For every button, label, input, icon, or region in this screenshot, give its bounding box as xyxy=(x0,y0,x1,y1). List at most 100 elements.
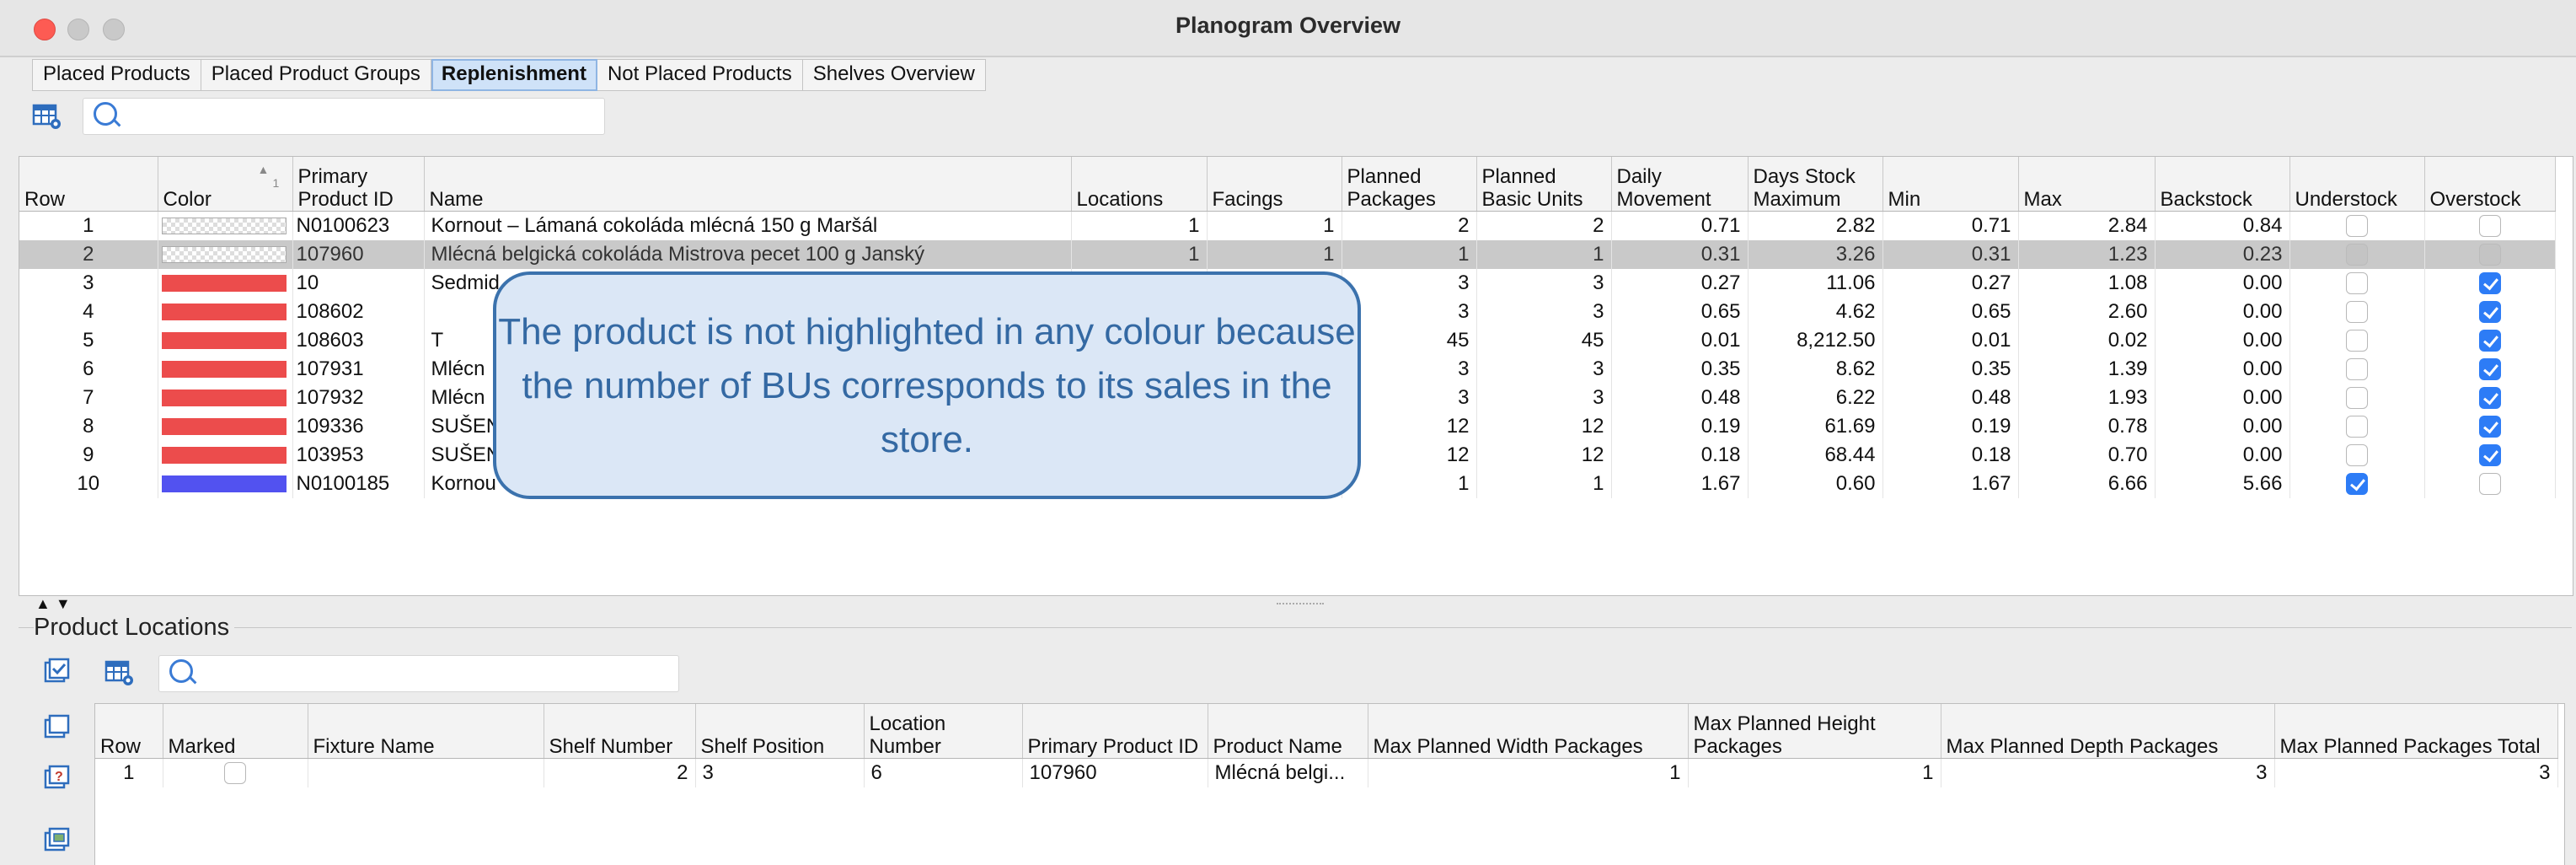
primary-product-id: 103953 xyxy=(292,440,425,470)
tab-placed-product-groups[interactable]: Placed Product Groups xyxy=(201,59,431,91)
location-row[interactable]: 1 2 3 6 107960 Mlécná belgi... 1 1 3 3 xyxy=(95,758,2558,787)
max-width-packages-value: 1 xyxy=(1368,758,1689,787)
table-settings-icon[interactable] xyxy=(32,103,62,130)
loc-col-primary-product-id[interactable]: Primary Product ID xyxy=(1022,704,1208,759)
understock-checkbox[interactable] xyxy=(2346,215,2368,238)
planned-packages-value: 1 xyxy=(1342,239,1477,269)
understock-checkbox[interactable] xyxy=(2346,387,2368,410)
row-number: 7 xyxy=(19,383,158,412)
understock-checkbox[interactable] xyxy=(2346,272,2368,295)
understock-cell xyxy=(2289,325,2425,355)
col-locations[interactable]: Locations xyxy=(1071,157,1208,212)
loc-col-max-height-packages[interactable]: Max Planned Height Packages xyxy=(1688,704,1941,759)
facings-value: 1 xyxy=(1207,239,1342,269)
loc-col-location-number[interactable]: Location Number xyxy=(864,704,1023,759)
col-overstock[interactable]: Overstock xyxy=(2424,157,2556,212)
explanation-callout: The product is not highlighted in any co… xyxy=(493,271,1361,499)
planned-packages-value: 1 xyxy=(1342,469,1477,498)
loc-col-shelf-position[interactable]: Shelf Position xyxy=(695,704,865,759)
backstock-value: 0.00 xyxy=(2155,411,2290,441)
planned-packages-value: 3 xyxy=(1342,297,1477,326)
tab-shelves-overview[interactable]: Shelves Overview xyxy=(802,59,986,91)
max-packages-total-value: 3 xyxy=(2274,758,2558,787)
location-row-number: 1 xyxy=(95,758,163,787)
overstock-checkbox[interactable] xyxy=(2478,330,2501,352)
panel-splitter-handle[interactable] xyxy=(1277,603,1324,608)
max-value: 1.08 xyxy=(2018,268,2156,298)
overstock-checkbox[interactable] xyxy=(2478,215,2501,238)
understock-checkbox[interactable] xyxy=(2346,301,2368,324)
collapse-expand-arrows[interactable]: ▲▼ xyxy=(35,595,76,613)
mark-all-icon[interactable] xyxy=(42,658,72,685)
locations-table-settings-icon[interactable] xyxy=(104,659,135,686)
loc-col-max-packages-total[interactable]: Max Planned Packages Total xyxy=(2274,704,2558,759)
days-stock-maximum-value: 2.82 xyxy=(1748,211,1883,240)
col-min[interactable]: Min xyxy=(1882,157,2019,212)
understock-cell xyxy=(2289,297,2425,326)
unmark-all-icon[interactable] xyxy=(42,713,72,740)
overstock-checkbox[interactable] xyxy=(2478,358,2501,381)
col-backstock[interactable]: Backstock xyxy=(2155,157,2290,212)
col-primary-product-id[interactable]: Primary Product ID xyxy=(292,157,425,212)
table-row[interactable]: 2 107960 Mlécná belgická cokoláda Mistrova… xyxy=(19,239,2556,269)
planned-basic-units-value: 1 xyxy=(1476,239,1612,269)
color-swatch xyxy=(161,275,287,293)
show-in-planogram-icon[interactable] xyxy=(42,826,72,853)
understock-checkbox[interactable] xyxy=(2346,473,2368,496)
col-daily-movement[interactable]: Daily Movement xyxy=(1611,157,1749,212)
table-row[interactable]: 1 N0100623 Kornout – Lámaná cokoláda mlécn… xyxy=(19,211,2556,240)
understock-checkbox[interactable] xyxy=(2346,330,2368,352)
overstock-checkbox[interactable] xyxy=(2478,416,2501,438)
col-facings[interactable]: Facings xyxy=(1207,157,1342,212)
overstock-checkbox[interactable] xyxy=(2478,272,2501,295)
understock-cell xyxy=(2289,354,2425,384)
understock-cell xyxy=(2289,469,2425,498)
overstock-cell xyxy=(2424,211,2556,240)
overstock-checkbox[interactable] xyxy=(2478,473,2501,496)
loc-col-fixture-name[interactable]: Fixture Name xyxy=(308,704,544,759)
understock-checkbox[interactable] xyxy=(2346,358,2368,381)
row-number: 4 xyxy=(19,297,158,326)
loc-col-max-depth-packages[interactable]: Max Planned Depth Packages xyxy=(1941,704,2275,759)
col-planned-packages[interactable]: Planned Packages xyxy=(1342,157,1477,212)
col-planned-basic-units[interactable]: Planned Basic Units xyxy=(1476,157,1612,212)
row-number: 9 xyxy=(19,440,158,470)
planned-packages-value: 3 xyxy=(1342,354,1477,384)
loc-col-product-name[interactable]: Product Name xyxy=(1208,704,1368,759)
loc-col-marked[interactable]: Marked xyxy=(163,704,308,759)
col-understock[interactable]: Understock xyxy=(2289,157,2425,212)
max-value: 6.66 xyxy=(2018,469,2156,498)
understock-checkbox[interactable] xyxy=(2346,444,2368,467)
col-name[interactable]: Name xyxy=(424,157,1072,212)
loc-col-row[interactable]: Row xyxy=(95,704,163,759)
primary-product-id: 108603 xyxy=(292,325,425,355)
locations-search-input[interactable] xyxy=(158,655,679,692)
col-max[interactable]: Max xyxy=(2018,157,2156,212)
col-color[interactable]: Color ▲ 1 xyxy=(158,157,293,212)
color-swatch xyxy=(161,447,287,465)
top-search-input[interactable] xyxy=(83,98,605,135)
loc-col-shelf-number[interactable]: Shelf Number xyxy=(544,704,696,759)
invert-marking-icon[interactable]: ? xyxy=(42,764,72,791)
overstock-checkbox[interactable] xyxy=(2478,244,2501,266)
loc-col-max-width-packages[interactable]: Max Planned Width Packages xyxy=(1368,704,1689,759)
marked-checkbox[interactable] xyxy=(224,762,246,785)
color-cell xyxy=(158,469,293,498)
overstock-checkbox[interactable] xyxy=(2478,387,2501,410)
min-value: 1.67 xyxy=(1882,469,2019,498)
color-cell xyxy=(158,440,293,470)
search-icon xyxy=(94,102,117,126)
col-days-stock-maximum[interactable]: Days Stock Maximum xyxy=(1748,157,1883,212)
product-locations-table: Row Marked Fixture Name Shelf Number She… xyxy=(94,703,2565,865)
tab-replenishment[interactable]: Replenishment xyxy=(431,59,597,91)
primary-product-id: 107932 xyxy=(292,383,425,412)
tab-not-placed-products[interactable]: Not Placed Products xyxy=(597,59,803,91)
planned-basic-units-value: 3 xyxy=(1476,297,1612,326)
understock-checkbox[interactable] xyxy=(2346,244,2368,266)
tab-placed-products[interactable]: Placed Products xyxy=(32,59,201,91)
color-swatch xyxy=(161,332,287,350)
col-row[interactable]: Row xyxy=(19,157,158,212)
overstock-checkbox[interactable] xyxy=(2478,444,2501,467)
understock-checkbox[interactable] xyxy=(2346,416,2368,438)
overstock-checkbox[interactable] xyxy=(2478,301,2501,324)
